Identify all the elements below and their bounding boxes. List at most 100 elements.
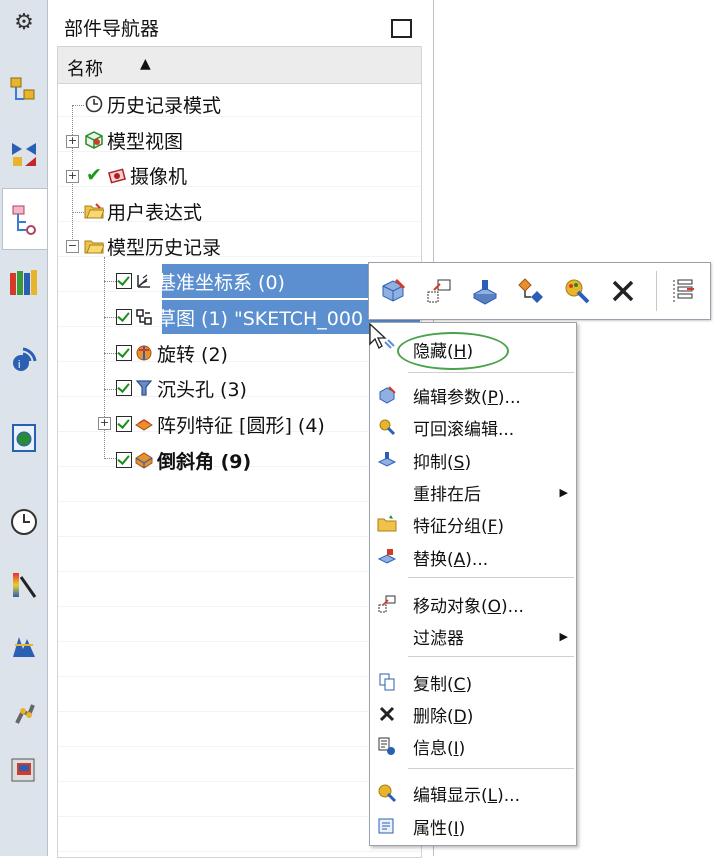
robot-role-icon[interactable] [6, 694, 42, 730]
process-studio-icon[interactable] [6, 566, 42, 602]
feature-group-folder-icon [376, 513, 398, 535]
menu-item-accelerator: O [487, 596, 502, 617]
collapse-toggle[interactable]: − [66, 240, 79, 253]
menu-item-properties[interactable]: 属性(I) [370, 810, 576, 842]
tree-node-cameras[interactable]: ✔ 摄像机 [84, 158, 187, 192]
menu-item-reorder-after[interactable]: 重排在后 ▶ [370, 476, 576, 508]
menu-item-suppress[interactable]: 抑制(S) [370, 444, 576, 476]
move-object-icon[interactable] [421, 273, 457, 309]
tree-line [104, 317, 116, 318]
visibility-checkbox[interactable] [116, 309, 132, 325]
visibility-checkbox[interactable] [116, 380, 132, 396]
hd3d-tools-icon[interactable]: i [6, 340, 42, 376]
menu-item-label: 属性 [413, 818, 447, 839]
tree-node-chamfer[interactable]: 倒斜角 (9) [116, 443, 251, 477]
column-header-name[interactable]: 名称 ▲ [58, 47, 421, 84]
sort-ascending-icon: ▲ [140, 56, 151, 72]
manufacturing-wizard-icon[interactable] [6, 628, 42, 664]
menu-item-rollback-edit[interactable]: 可回滚编辑... [370, 411, 576, 443]
context-menu: 隐藏(H) 编辑参数(P)... 可回滚编辑... 抑制(S) 重排在后 ▶ 特… [369, 322, 577, 846]
countersink-hole-icon [134, 378, 154, 398]
rollback-edit-icon [376, 416, 398, 438]
chamfer-icon [134, 450, 154, 470]
menu-item-label: 过滤器 [413, 628, 464, 649]
revolve-icon [134, 343, 154, 363]
submenu-arrow-icon: ▶ [559, 485, 568, 499]
menu-item-accelerator: F [487, 516, 498, 537]
tree-node-user-expressions[interactable]: 用户表达式 [84, 194, 202, 228]
menu-separator [408, 577, 574, 578]
tree-node-datum-csys[interactable]: 基准坐标系 (0) [116, 264, 285, 298]
menu-item-suffix: ... [507, 596, 524, 617]
suppress-icon[interactable] [467, 273, 503, 309]
tree-node-label: 摄像机 [130, 165, 188, 188]
edit-display-icon[interactable] [559, 273, 595, 309]
tree-node-label: 倒斜角 (9) [157, 450, 252, 473]
visibility-checkbox[interactable] [116, 416, 132, 432]
maximize-button[interactable] [391, 19, 412, 38]
tree-node-model-views[interactable]: 模型视图 [84, 123, 183, 157]
menu-item-accelerator: C [453, 674, 466, 695]
visibility-checkbox[interactable] [116, 345, 132, 361]
web-browser-icon[interactable] [6, 420, 42, 456]
menu-item-accelerator: I [453, 738, 459, 759]
expand-toggle[interactable]: + [66, 135, 79, 148]
navigator-title: 部件导航器 [64, 18, 160, 40]
visibility-checkbox[interactable] [116, 273, 132, 289]
radial-mini-toolbar [368, 262, 711, 320]
menu-item-label: 可回滚编辑... [413, 419, 515, 440]
model-view-icon [84, 130, 104, 150]
constraint-navigator-icon[interactable] [6, 136, 42, 172]
suppress-icon [376, 449, 398, 471]
feature-tree[interactable]: 名称 ▲ + + − + 历史记录模式 模型视图 ✔ 摄像机 用户表达式 模型历… [57, 46, 422, 858]
tree-node-history-mode[interactable]: 历史记录模式 [84, 87, 221, 121]
delete-icon[interactable] [605, 273, 641, 309]
expand-toggle[interactable]: + [66, 170, 79, 183]
feature-order-icon[interactable] [665, 273, 701, 309]
show-parents-icon[interactable] [513, 273, 549, 309]
expand-toggle[interactable]: + [98, 417, 111, 430]
part-navigator-icon[interactable] [2, 188, 47, 250]
menu-item-label: 编辑参数 [413, 387, 481, 408]
menu-item-delete[interactable]: 删除(D) [370, 698, 576, 730]
menu-item-accelerator: A [453, 549, 466, 570]
menu-item-label: 删除 [413, 706, 447, 727]
datum-csys-icon [134, 271, 154, 291]
menu-item-information[interactable]: 信息(I) [370, 730, 576, 762]
copy-icon [376, 671, 398, 693]
tree-line [72, 212, 84, 213]
menu-item-copy[interactable]: 复制(C) [370, 666, 576, 698]
menu-item-move-object[interactable]: 移动对象(O)... [370, 588, 576, 620]
menu-item-label: 信息 [413, 738, 447, 759]
menu-item-label: 移动对象 [413, 596, 481, 617]
roles-icon[interactable] [6, 752, 42, 788]
menu-item-label: 复制 [413, 674, 447, 695]
menu-separator [408, 768, 574, 769]
tree-node-countersink-hole[interactable]: 沉头孔 (3) [116, 371, 247, 405]
assembly-navigator-icon[interactable] [6, 72, 42, 108]
tree-node-revolve[interactable]: 旋转 (2) [116, 336, 228, 370]
visibility-checkbox[interactable] [116, 452, 132, 468]
menu-item-edit-parameters[interactable]: 编辑参数(P)... [370, 379, 576, 411]
menu-item-feature-group[interactable]: 特征分组(F) [370, 508, 576, 540]
settings-gear-icon[interactable]: ⚙ [6, 4, 42, 40]
edit-parameters-icon[interactable] [375, 273, 411, 309]
edit-display-icon [376, 782, 398, 804]
history-clock-icon[interactable] [6, 504, 42, 540]
menu-item-filter[interactable]: 过滤器 ▶ [370, 620, 576, 652]
menu-item-label: 替换 [413, 549, 447, 570]
menu-item-accelerator: S [453, 452, 465, 473]
menu-item-edit-display[interactable]: 编辑显示(L)... [370, 777, 576, 809]
tree-node-label: 历史记录模式 [107, 94, 222, 117]
tree-node-pattern-feature[interactable]: 阵列特征 [圆形] (4) [116, 407, 325, 441]
tree-node-model-history[interactable]: 模型历史记录 [84, 229, 221, 263]
tree-node-label: 模型历史记录 [107, 236, 222, 259]
menu-item-accelerator: P [487, 387, 498, 408]
folder-icon [84, 201, 104, 221]
tree-line [104, 353, 116, 354]
reuse-library-icon[interactable] [6, 264, 42, 300]
menu-item-suffix: ... [471, 549, 489, 570]
menu-item-replace[interactable]: 替换(A)... [370, 541, 576, 573]
replace-icon [376, 546, 398, 568]
tree-line [72, 105, 84, 106]
